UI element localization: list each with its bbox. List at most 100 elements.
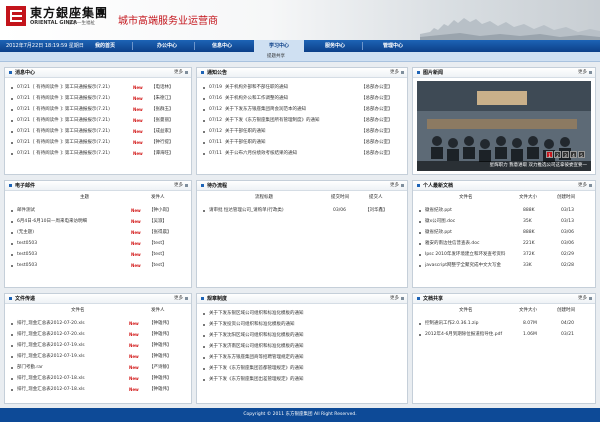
item-filename[interactable]: 部门考勤.rar <box>17 362 125 373</box>
list-item[interactable]: 2012年4-6月到期除位报道指导住.pdf 1.06M 03/21 <box>413 329 595 340</box>
item-subject[interactable]: test0503 <box>17 249 129 260</box>
item-title[interactable]: 关于下发东银区域公司组织和标准化模板的通知 <box>209 308 399 319</box>
list-item[interactable]: 部门考勤.rar New 【严诗静】 <box>5 362 191 373</box>
tab-service[interactable]: 服务中心 <box>310 40 360 52</box>
item-title[interactable]: 关于下发沈阳区域公司组织和标准化模板的通知 <box>209 330 399 341</box>
more-link[interactable]: 更多 <box>174 181 183 191</box>
list-item[interactable]: 邮件测试 New 【钟小岗】 <box>5 205 191 216</box>
more-link[interactable]: 更多 <box>390 68 399 78</box>
news-photo[interactable]: 12345 星辉职力 我意进取 双力推选公司这拿彼委宣要一 <box>417 81 591 171</box>
more-link[interactable]: 更多 <box>578 68 587 78</box>
pager-5[interactable]: 5 <box>578 151 585 158</box>
item-subject[interactable]: (无主题) <box>17 227 129 238</box>
list-item[interactable]: 07/21[ 有待阅读件 ]: 第工日通报报示(7.21) New 【谭海旺】 <box>5 148 191 159</box>
item-filename[interactable]: 雅安的南边住信普查表.doc <box>425 238 515 249</box>
list-item[interactable]: 关于下发沈阳区域公司组织和标准化模板的通知 <box>197 330 407 341</box>
more-link[interactable]: 更多 <box>390 181 399 191</box>
tab-office[interactable]: 办公中心 <box>142 40 192 52</box>
list-item[interactable]: 徽x公司图.doc 35K 03/13 <box>413 216 595 227</box>
item-filename[interactable]: 排行_现金汇总表2012-07-18.xls <box>17 384 125 395</box>
list-item[interactable]: 07/21[ 有待阅读件 ]: 第工日通报报示(7.21) New 【张群玉】 <box>5 104 191 115</box>
list-item[interactable]: 排行_现金汇总表2012-07-19.xls New 【钟雄伟】 <box>5 340 191 351</box>
list-item[interactable]: 07/12 关于干部任职的通知 【总部办公室】 <box>197 126 407 137</box>
item-filename[interactable]: 排行_现金汇总表2012-07-19.xls <box>17 351 125 362</box>
item-filename[interactable]: 徽省纪效.ppt <box>425 205 515 216</box>
list-item[interactable]: javascript网整学全聚究成中文大写金 33K 02/28 <box>413 260 595 271</box>
more-link[interactable]: 更多 <box>390 294 399 304</box>
item-filename[interactable]: Ipsc 2010年发环境建立和环发查考资料 <box>425 249 515 260</box>
item-filename[interactable]: 排行_现金汇总表2012-07-20.xls <box>17 329 125 340</box>
item-filename[interactable]: 排行_现金汇总表2012-07-19.xls <box>17 340 125 351</box>
item-subject[interactable]: test0503 <box>17 260 129 271</box>
more-link[interactable]: 更多 <box>174 68 183 78</box>
item-filename[interactable]: 2012年4-6月到期除位报道指导住.pdf <box>425 329 519 340</box>
tab-management[interactable]: 管理中心 <box>368 40 418 52</box>
list-item[interactable]: 请审批 恒达管理公司_请购单(行政类) 03/06 【刘华鑫】 <box>197 205 407 216</box>
subnav-item-share[interactable]: 提题共享 <box>261 52 291 62</box>
item-subject[interactable]: 6月4日-6月10日—周来电来访明细 <box>17 216 129 227</box>
item-title[interactable]: 请审批 恒达管理公司_请购单(行政类) <box>209 205 327 216</box>
item-title[interactable]: 关于干部任职的通知 <box>225 126 355 137</box>
list-item[interactable]: 07/21[ 有待阅读件 ]: 第工日通报报示(7.21) New 【张曼丽】 <box>5 115 191 126</box>
item-title[interactable]: [ 有待阅读件 ]: 第工日通报报示(7.21) <box>33 93 133 104</box>
item-filename[interactable]: 徽省纪效.ppt <box>425 227 515 238</box>
list-item[interactable]: test0503 New 【test】 <box>5 249 191 260</box>
list-item[interactable]: 6月4日-6月10日—周来电来访明细 New 【吴淑】 <box>5 216 191 227</box>
more-link[interactable]: 更多 <box>578 294 587 304</box>
more-link[interactable]: 更多 <box>174 294 183 304</box>
list-item[interactable]: 07/21[ 有待阅读件 ]: 第工日通报报示(7.21) New 【电话林】 <box>5 82 191 93</box>
list-item[interactable]: 排行_现金汇总表2012-07-20.xls New 【钟雄伟】 <box>5 329 191 340</box>
list-item[interactable]: Ipsc 2010年发环境建立和环发查考资料 372K 02/29 <box>413 249 595 260</box>
list-item[interactable]: 07/21[ 有待阅读件 ]: 第工日通报报示(7.21) New 【钟行提】 <box>5 137 191 148</box>
pager-4[interactable]: 4 <box>570 151 577 158</box>
list-item[interactable]: 排行_现金汇总表2012-07-19.xls New 【钟雄伟】 <box>5 351 191 362</box>
tab-info[interactable]: 信息中心 <box>197 40 247 52</box>
item-title[interactable]: 关于下发济南区域公司组织和标准化模板的通知 <box>209 341 399 352</box>
list-item[interactable]: 雅安的南边住信普查表.doc 221K 03/06 <box>413 238 595 249</box>
list-item[interactable]: (无主题) New 【张得晨】 <box>5 227 191 238</box>
list-item[interactable]: 07/11 关于公布六月份绩效考核结果的通知 【总部办公室】 <box>197 148 407 159</box>
item-title[interactable]: 关于公布六月份绩效考核结果的通知 <box>225 148 355 159</box>
item-title[interactable]: 关于下发东方银座集团简会润范本的通知 <box>225 104 355 115</box>
list-item[interactable]: 07/19 关于机构外部和不部任职的通知 【总部办公室】 <box>197 82 407 93</box>
item-title[interactable]: 关于下发东方银座集团商等招聘管理规定的通知 <box>209 352 399 363</box>
item-title[interactable]: [ 有待阅读件 ]: 第工日通报报示(7.21) <box>33 148 133 159</box>
tab-home[interactable]: 我的首页 <box>80 40 130 52</box>
more-link[interactable]: 更多 <box>578 181 587 191</box>
item-title[interactable]: 关于下发《东方银座集团出差管理规定》的通知 <box>209 374 399 385</box>
list-item[interactable]: test0503 New 【test】 <box>5 238 191 249</box>
item-title[interactable]: [ 有待阅读件 ]: 第工日通报报示(7.21) <box>33 137 133 148</box>
list-item[interactable]: 徽省纪效.ppt 888K 03/06 <box>413 227 595 238</box>
list-item[interactable]: test0503 New 【test】 <box>5 260 191 271</box>
item-filename[interactable]: 排行_现金汇总表2012-07-20.xls <box>17 318 125 329</box>
list-item[interactable]: 关于下发《东方银座集团出差管理规定》的通知 <box>197 374 407 385</box>
list-item[interactable]: 控制通讯工作2.0.36.1.zip 8.07M 04/20 <box>413 318 595 329</box>
item-title[interactable]: [ 有待阅读件 ]: 第工日通报报示(7.21) <box>33 126 133 137</box>
list-item[interactable]: 07/21[ 有待阅读件 ]: 第工日通报报示(7.21) New 【朱德江】 <box>5 93 191 104</box>
item-filename[interactable]: 排行_现金汇总表2012-07-18.xls <box>17 373 125 384</box>
list-item[interactable]: 关于下发《东方银座集团首都管理规定》的通知 <box>197 363 407 374</box>
item-title[interactable]: 关于下发《东方银座集团所有管理制度》的通知 <box>225 115 355 126</box>
list-item[interactable]: 排行_现金汇总表2012-07-20.xls New 【钟雄伟】 <box>5 318 191 329</box>
list-item[interactable]: 07/21[ 有待阅读件 ]: 第工日通报报示(7.21) New 【成益家】 <box>5 126 191 137</box>
list-item[interactable]: 07/12 关于下发《东方银座集团所有管理制度》的通知 【总部办公室】 <box>197 115 407 126</box>
item-title[interactable]: 关于机构外公和工作调整的通知 <box>225 93 355 104</box>
list-item[interactable]: 07/11 关于干部任职的通知 【总部办公室】 <box>197 137 407 148</box>
list-item[interactable]: 徽省纪效.ppt 888K 03/13 <box>413 205 595 216</box>
item-title[interactable]: [ 有待阅读件 ]: 第工日通报报示(7.21) <box>33 115 133 126</box>
item-filename[interactable]: 控制通讯工作2.0.36.1.zip <box>425 318 519 329</box>
list-item[interactable]: 关于下发东方银座集团商等招聘管理规定的通知 <box>197 352 407 363</box>
item-title[interactable]: [ 有待阅读件 ]: 第工日通报报示(7.21) <box>33 82 133 93</box>
item-title[interactable]: 关于下发《东方银座集团首都管理规定》的通知 <box>209 363 399 374</box>
item-title[interactable]: 关于干部任职的通知 <box>225 137 355 148</box>
list-item[interactable]: 排行_现金汇总表2012-07-18.xls New 【钟雄伟】 <box>5 384 191 395</box>
item-title[interactable]: [ 有待阅读件 ]: 第工日通报报示(7.21) <box>33 104 133 115</box>
list-item[interactable]: 关于下发东银区域公司组织和标准化模板的通知 <box>197 308 407 319</box>
list-item[interactable]: 关于下发济南区域公司组织和标准化模板的通知 <box>197 341 407 352</box>
item-title[interactable]: 关于下发投资公司组织和标准化模板的通知 <box>209 319 399 330</box>
pager-3[interactable]: 3 <box>562 151 569 158</box>
tab-learning[interactable]: 学习中心 <box>254 40 304 52</box>
item-title[interactable]: 关于机构外部和不部任职的通知 <box>225 82 355 93</box>
item-subject[interactable]: test0503 <box>17 238 129 249</box>
list-item[interactable]: 07/12 关于下发东方银座集团简会润范本的通知 【总部办公室】 <box>197 104 407 115</box>
